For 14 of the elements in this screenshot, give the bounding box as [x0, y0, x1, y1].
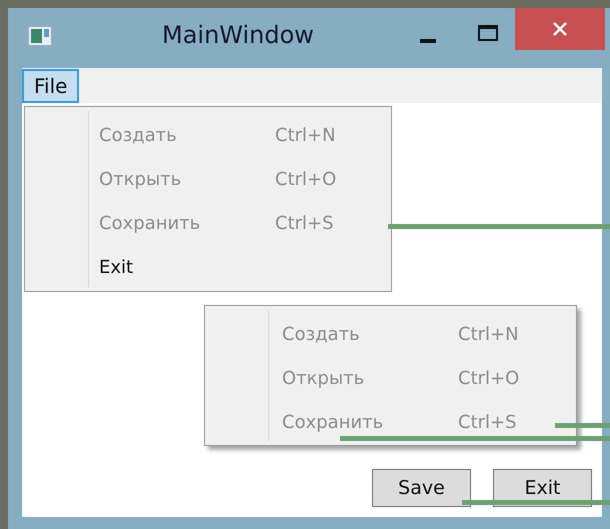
menu-item[interactable]: File	[22, 69, 80, 103]
shortcut-text: Ctrl+N	[458, 324, 519, 344]
shortcut-text: Ctrl+N	[275, 124, 336, 146]
maximize-icon[interactable]	[478, 25, 498, 41]
shortcut-text: Ctrl+S	[275, 212, 334, 234]
shortcut-text: Ctrl+O	[275, 168, 336, 190]
window-title: MainWindow	[162, 21, 314, 49]
menu-entry[interactable]: Exit	[25, 245, 391, 289]
close-button[interactable]	[515, 8, 605, 50]
shortcut-text: Ctrl+O	[458, 368, 520, 388]
close-icon	[552, 21, 568, 37]
shortcut-text: Ctrl+S	[458, 412, 517, 432]
push-button[interactable]: Save	[372, 469, 471, 507]
app-icon	[28, 26, 52, 46]
